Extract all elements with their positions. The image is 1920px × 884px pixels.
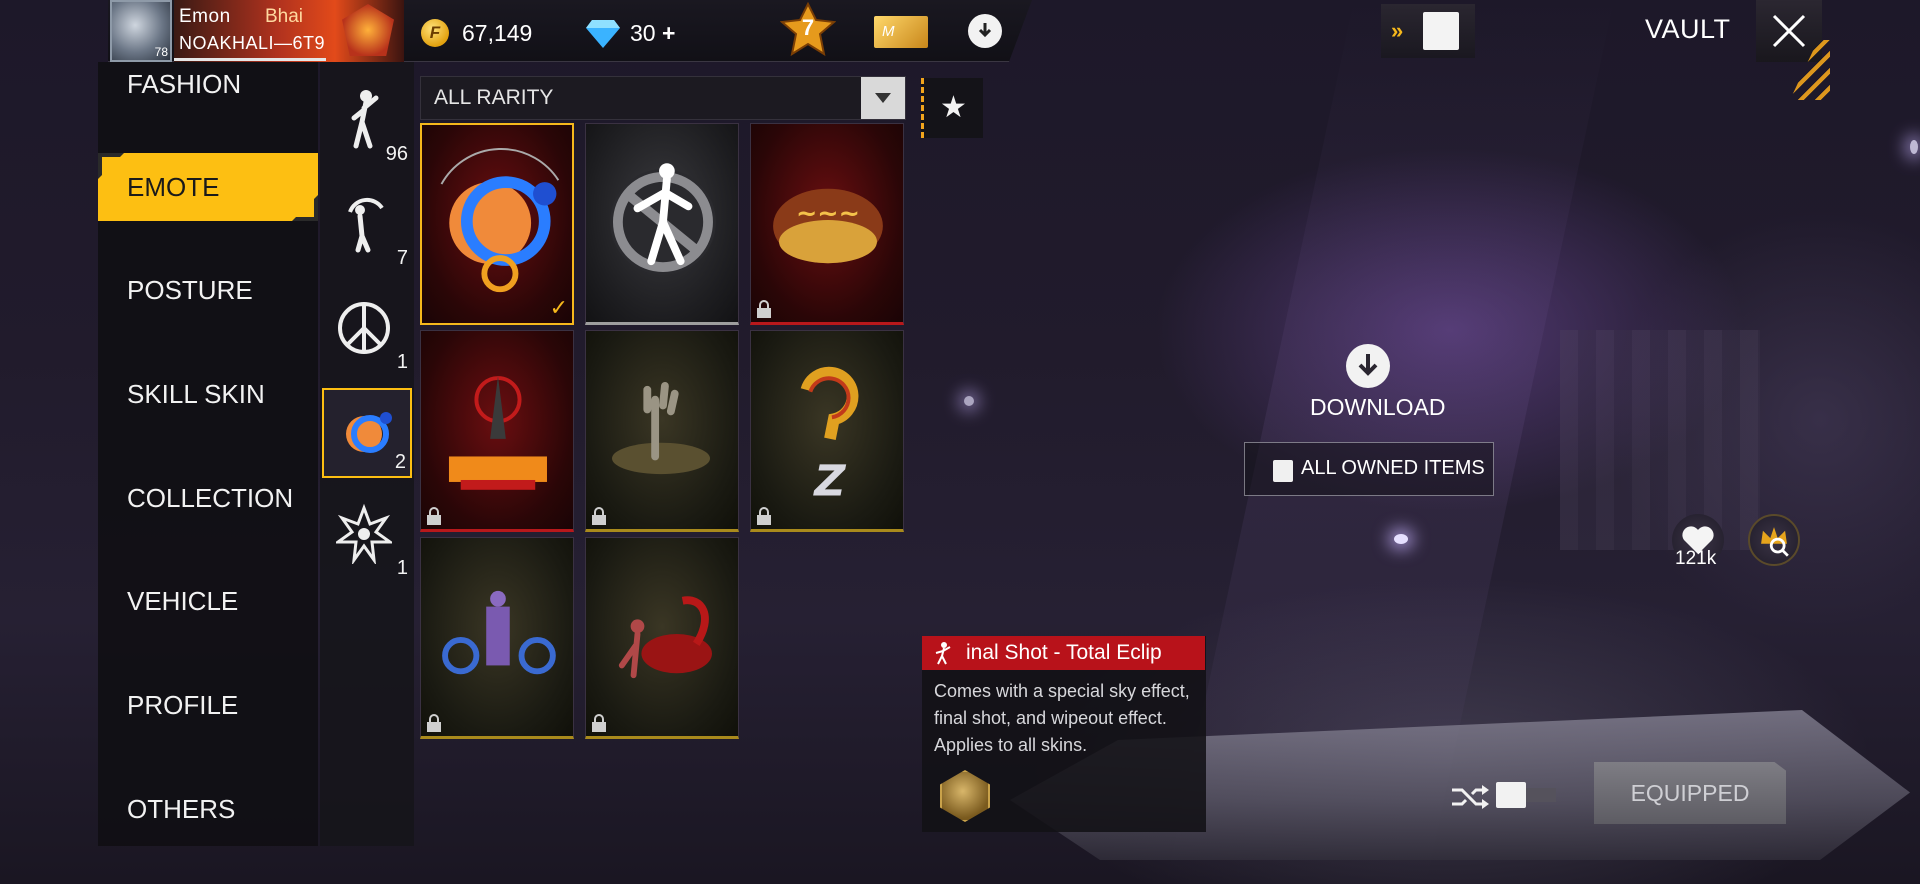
nav-item-posture[interactable]: POSTURE <box>98 256 318 324</box>
list-icon <box>1496 782 1526 808</box>
rarity-filter-label: ALL RARITY <box>434 86 554 109</box>
lock-icon <box>592 507 606 525</box>
double-chevron-icon: » <box>1391 18 1403 43</box>
player-name: Emon <box>179 6 231 27</box>
dance-pose-icon <box>351 90 379 149</box>
eclipse-art-icon <box>440 148 560 293</box>
character-card-icon <box>1423 12 1459 50</box>
grid-item-total-eclipse[interactable]: ✓ <box>420 123 574 325</box>
item-description: Comes with a special sky effect, final s… <box>934 681 1190 755</box>
subcategory-count: 1 <box>396 557 408 579</box>
grid-item-naruto[interactable] <box>420 330 574 532</box>
lock-icon <box>427 714 441 732</box>
background-lamp <box>964 396 974 406</box>
equipped-check-icon: ✓ <box>549 295 568 320</box>
naruto-art-icon <box>448 376 547 490</box>
explosion-emote-icon <box>336 503 392 564</box>
rank-number: 7 <box>801 15 815 40</box>
like-count: 121k <box>1675 548 1717 569</box>
subcategory-peace[interactable]: 1 <box>322 286 412 376</box>
lock-icon <box>427 507 441 525</box>
gold-coin-icon: F <box>421 19 449 47</box>
subcategory-count: 96 <box>385 143 408 165</box>
all-owned-items-label: ALL OWNED ITEMS <box>1301 457 1485 479</box>
nav-item-emote[interactable]: EMOTE <box>98 153 318 221</box>
grid-item-scorpion[interactable] <box>585 537 739 739</box>
grid-item-zombie-hand[interactable] <box>585 330 739 532</box>
svg-text:Z: Z <box>812 457 846 507</box>
emote-figure-icon <box>935 642 951 665</box>
diamond-icon <box>586 20 620 48</box>
page-title: VAULT <box>1645 14 1731 44</box>
list-view-toggle[interactable] <box>1496 782 1560 808</box>
membership-icon[interactable]: M <box>874 16 928 48</box>
item-title: inal Shot - Total Eclip <box>966 641 1162 664</box>
eclipse-emote-icon <box>346 412 392 453</box>
player-tag: Bhai <box>265 6 304 27</box>
shuffle-icon[interactable] <box>1450 782 1490 812</box>
crown-search-icon[interactable] <box>1748 514 1800 566</box>
background-crates <box>1560 330 1760 550</box>
scorpion-art-icon <box>618 596 712 679</box>
grid-item-question-z[interactable]: Z <box>750 330 904 532</box>
equipped-button[interactable]: EQUIPPED <box>1594 762 1786 824</box>
treasure-art-icon: ~~~ <box>773 188 883 264</box>
subcategory-count: 2 <box>394 451 406 473</box>
nav-item-profile[interactable]: PROFILE <box>98 671 318 739</box>
zombie-hand-art-icon <box>612 381 711 475</box>
subcategory-count: 7 <box>396 247 408 269</box>
grid-item-blue-bike[interactable] <box>420 537 574 739</box>
rarity-filter-dropdown[interactable]: ALL RARITY <box>420 76 906 120</box>
download-icon[interactable] <box>1344 342 1392 390</box>
chevron-down-icon[interactable] <box>861 77 905 119</box>
cloud-download-icon[interactable] <box>968 14 1002 48</box>
star-icon: ★ <box>940 91 967 124</box>
lock-icon <box>757 300 771 318</box>
acrobat-pose-icon <box>348 197 384 253</box>
favorites-filter-button[interactable]: ★ <box>921 78 983 138</box>
blue-bike-art-icon <box>442 590 556 675</box>
lock-icon <box>757 507 771 525</box>
owned-items-icon <box>1273 460 1293 482</box>
toggle-track <box>1526 788 1556 802</box>
nav-item-others[interactable]: OTHERS <box>98 775 318 843</box>
no-shot-art-icon <box>610 163 716 275</box>
nav-item-skill-skin[interactable]: SKILL SKIN <box>98 360 318 428</box>
background-lamp <box>1394 534 1408 544</box>
svg-text:~~~: ~~~ <box>796 199 860 229</box>
subcategory-dance[interactable]: 96 <box>322 78 412 168</box>
download-label[interactable]: DOWNLOAD <box>1310 394 1445 421</box>
lock-icon <box>592 714 606 732</box>
background-lamp <box>1910 140 1918 154</box>
gold-amount: 67,149 <box>462 20 533 46</box>
diamond-amount[interactable]: 30 + <box>630 20 675 47</box>
nav-item-collection[interactable]: COLLECTION <box>98 464 318 532</box>
subcategory-eclipse[interactable]: 2 <box>322 388 412 478</box>
peace-circle-emote-icon <box>338 302 390 354</box>
grid-item-treasure[interactable]: ~~~ <box>750 123 904 325</box>
diamond-count: 30 <box>630 20 656 46</box>
grid-item-no-shot[interactable] <box>585 123 739 325</box>
nav-item-fashion[interactable]: FASHION <box>98 50 318 118</box>
question-z-art-icon: Z <box>800 366 859 507</box>
add-diamonds-icon[interactable]: + <box>662 20 675 46</box>
vault-shortcut-button[interactable]: » <box>1381 4 1475 58</box>
subcategory-explosion[interactable]: 1 <box>322 492 412 582</box>
all-owned-items-button[interactable]: ALL OWNED ITEMS <box>1244 442 1494 496</box>
subcategory-count: 1 <box>396 351 408 373</box>
subcategory-acrobat[interactable]: 7 <box>322 182 412 272</box>
nav-item-vehicle[interactable]: VEHICLE <box>98 567 318 635</box>
item-title-bar: inal Shot - Total Eclip <box>922 636 1205 670</box>
